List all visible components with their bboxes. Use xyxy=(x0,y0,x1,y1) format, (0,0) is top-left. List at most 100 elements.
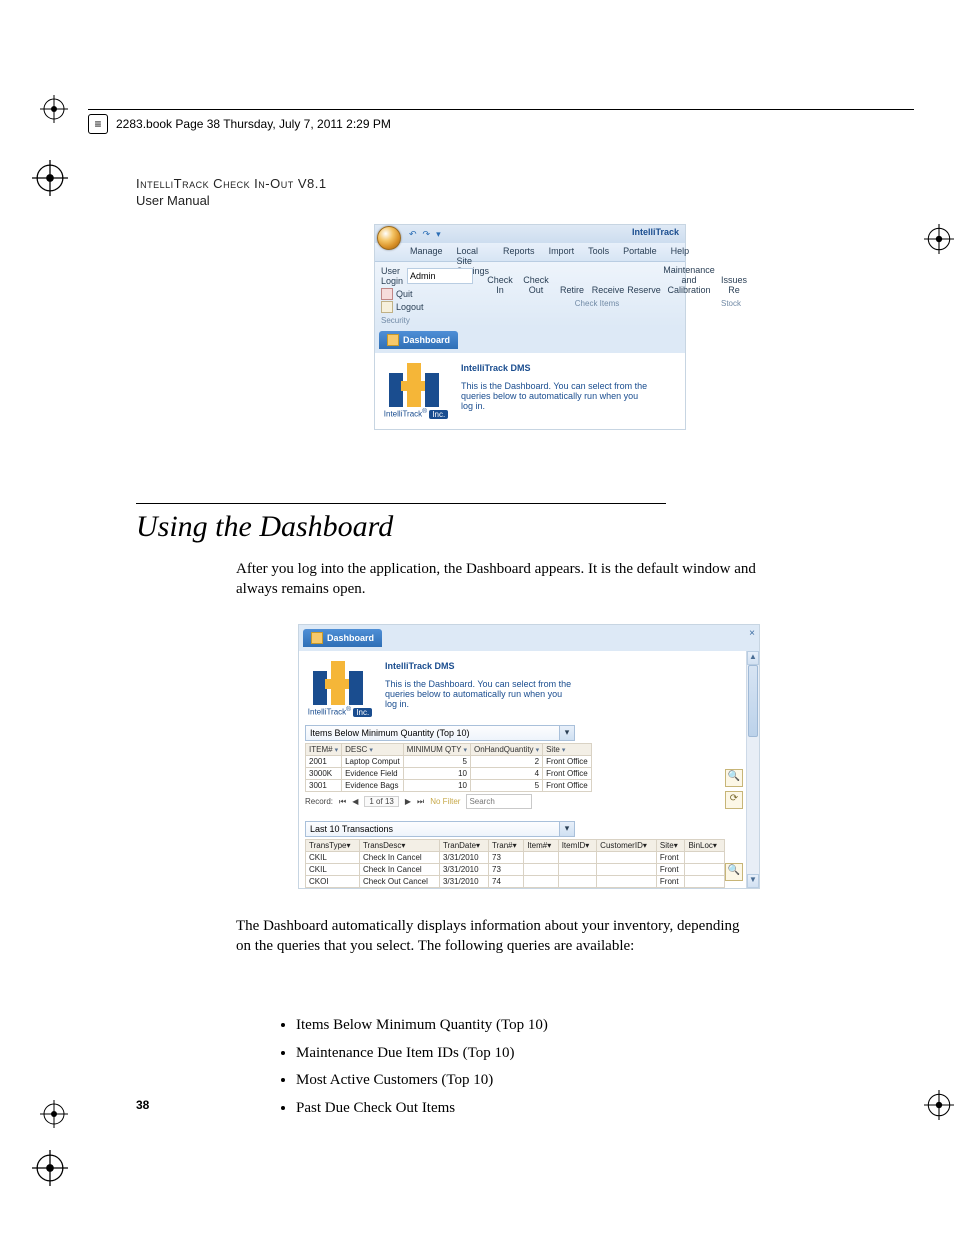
check-in-button[interactable]: Check In xyxy=(483,276,517,296)
reserve-button[interactable]: Reserve xyxy=(627,286,661,296)
crop-target-icon xyxy=(32,1150,68,1186)
record-navigator[interactable]: Record: ⏮ ◀ 1 of 13 ▶ ⏭ No Filter xyxy=(305,794,759,809)
page-number: 38 xyxy=(136,1098,149,1112)
check-out-button[interactable]: Check Out xyxy=(519,276,553,296)
refresh-icon[interactable]: ⟳ xyxy=(725,791,743,809)
quit-icon xyxy=(381,288,393,300)
dashboard-panel: IntelliTrack® Inc. IntelliTrack DMS This… xyxy=(375,353,685,429)
body-paragraph-2: The Dashboard automatically displays inf… xyxy=(236,916,756,957)
product-name: IntelliTrack Check In-Out V8.1 xyxy=(136,176,327,193)
close-tab-icon[interactable]: × xyxy=(749,628,755,639)
report-preview-icon[interactable]: 🔍 xyxy=(725,769,743,787)
tab-manage[interactable]: Manage xyxy=(403,243,450,261)
user-login-field[interactable] xyxy=(407,268,473,284)
quit-button[interactable]: Quit xyxy=(381,288,473,300)
col-trandate[interactable]: TranDate▾ xyxy=(439,840,488,852)
table-row[interactable]: 3001Evidence Bags105Front Office xyxy=(306,780,592,792)
col-minqty[interactable]: MINIMUM QTY▾ xyxy=(403,744,470,756)
redo-icon[interactable]: ↷ xyxy=(423,229,431,240)
col-customerid[interactable]: CustomerID▾ xyxy=(597,840,657,852)
app-brand: IntelliTrack xyxy=(632,227,679,237)
tab-local-site-settings[interactable]: Local Site Settings xyxy=(450,243,497,261)
table-row[interactable]: 3000KEvidence Field104Front Office xyxy=(306,768,592,780)
nav-last-icon[interactable]: ⏭ xyxy=(417,797,424,807)
logout-button[interactable]: Logout xyxy=(381,301,473,313)
dashboard-intro-text: IntelliTrack DMS This is the Dashboard. … xyxy=(385,661,575,717)
nav-prev-icon[interactable]: ◀ xyxy=(352,797,358,806)
body-paragraph-1: After you log into the application, the … xyxy=(236,559,756,600)
col-binloc[interactable]: BinLoc▾ xyxy=(685,840,725,852)
list-item: Most Active Customers (Top 10) xyxy=(296,1068,548,1094)
col-transtype[interactable]: TransType▾ xyxy=(306,840,360,852)
last-transactions-table: TransType▾ TransDesc▾ TranDate▾ Tran#▾ I… xyxy=(305,839,725,888)
book-header-text: 2283.book Page 38 Thursday, July 7, 2011… xyxy=(116,117,391,131)
col-itemid[interactable]: ItemID▾ xyxy=(558,840,596,852)
issues-button[interactable]: Issues Re xyxy=(717,276,751,296)
col-desc[interactable]: DESC▾ xyxy=(342,744,404,756)
table-row[interactable]: 2001Laptop Comput52Front Office xyxy=(306,756,592,768)
crop-target-icon xyxy=(40,95,68,123)
chevron-down-icon: ▾ xyxy=(559,822,574,836)
crop-target-icon xyxy=(924,224,954,254)
fig2-intro: IntelliTrack® Inc. IntelliTrack DMS This… xyxy=(299,657,759,723)
security-group: User Login Quit Logout Security xyxy=(381,266,473,325)
col-site2[interactable]: Site▾ xyxy=(656,840,685,852)
security-group-label: Security xyxy=(381,316,473,325)
record-position: 1 of 13 xyxy=(364,796,398,807)
dashboard-tabstrip: Dashboard xyxy=(375,327,685,353)
col-site[interactable]: Site▾ xyxy=(543,744,592,756)
table-row[interactable]: CKILCheck In Cancel3/31/201073Front xyxy=(306,864,725,876)
section-heading: Using the Dashboard xyxy=(136,510,393,543)
ribbon-body: User Login Quit Logout Security Check In… xyxy=(375,262,685,327)
nav-next-icon[interactable]: ▶ xyxy=(405,797,411,806)
intellitrack-logo: IntelliTrack® Inc. xyxy=(383,363,449,419)
check-items-group-label: Check Items xyxy=(483,299,711,308)
record-search-input[interactable] xyxy=(466,794,532,809)
crop-target-icon xyxy=(924,1090,954,1120)
user-login-label: User Login xyxy=(381,266,403,286)
retire-button[interactable]: Retire xyxy=(555,286,589,296)
query-bullet-list: Items Below Minimum Quantity (Top 10) Ma… xyxy=(256,1013,548,1123)
tab-reports[interactable]: Reports xyxy=(496,243,542,261)
tab-help[interactable]: Help xyxy=(664,243,697,261)
query-dropdown-1[interactable]: Items Below Minimum Quantity (Top 10) ▾ xyxy=(305,725,575,741)
no-filter-label: No Filter xyxy=(430,797,460,806)
items-below-min-table: ITEM#▾ DESC▾ MINIMUM QTY▾ OnHandQuantity… xyxy=(305,743,592,792)
dashboard-tab[interactable]: Dashboard xyxy=(379,331,458,349)
vertical-scrollbar[interactable]: ▲ ▼ xyxy=(746,651,759,888)
list-item: Past Due Check Out Items xyxy=(296,1096,548,1122)
list-item: Maintenance Due Item IDs (Top 10) xyxy=(296,1041,548,1067)
tab-tools[interactable]: Tools xyxy=(581,243,616,261)
maintenance-button[interactable]: Maintenance and Calibration xyxy=(663,266,715,296)
dashboard-tab[interactable]: Dashboard xyxy=(303,629,382,647)
col-trannum[interactable]: Tran#▾ xyxy=(489,840,524,852)
qat-icons: ↶ ↷ ▾ xyxy=(409,229,441,240)
col-onhand[interactable]: OnHandQuantity▾ xyxy=(470,744,542,756)
table-row[interactable]: CKOICheck Out Cancel3/31/201074Front xyxy=(306,876,725,888)
dashboard-intro-text: IntelliTrack DMS This is the Dashboard. … xyxy=(461,363,651,419)
query1-actions: 🔍 ⟳ xyxy=(725,769,743,809)
receive-button[interactable]: Receive xyxy=(591,286,625,296)
scroll-thumb[interactable] xyxy=(748,665,758,737)
report-preview-icon[interactable]: 🔍 xyxy=(725,863,743,881)
ribbon-tabs: Manage Local Site Settings Reports Impor… xyxy=(375,243,685,262)
col-item[interactable]: ITEM#▾ xyxy=(306,744,342,756)
office-orb-icon[interactable] xyxy=(377,226,401,250)
screenshot-dashboard-queries: Dashboard × ▲ ▼ IntelliTrack® Inc. Intel… xyxy=(298,624,760,889)
col-itemnum[interactable]: Item#▾ xyxy=(524,840,559,852)
tab-import[interactable]: Import xyxy=(542,243,582,261)
table-row[interactable]: CKILCheck In Cancel3/31/201073Front xyxy=(306,852,725,864)
scroll-down-icon[interactable]: ▼ xyxy=(747,874,759,888)
query-dropdown-2[interactable]: Last 10 Transactions ▾ xyxy=(305,821,575,837)
running-head: IntelliTrack Check In-Out V8.1 User Manu… xyxy=(136,176,327,210)
nav-first-icon[interactable]: ⏮ xyxy=(339,797,346,807)
scroll-up-icon[interactable]: ▲ xyxy=(747,651,759,665)
screenshot-ribbon-dashboard: ↶ ↷ ▾ IntelliTrack Manage Local Site Set… xyxy=(374,224,686,430)
qat-dropdown-icon[interactable]: ▾ xyxy=(436,229,441,240)
stock-group-label: Stock xyxy=(711,299,751,308)
undo-icon[interactable]: ↶ xyxy=(409,229,417,240)
doc-subtitle: User Manual xyxy=(136,193,327,210)
check-items-group: Check In Check Out Retire Receive Reserv… xyxy=(483,266,751,308)
tab-portable[interactable]: Portable xyxy=(616,243,664,261)
col-transdesc[interactable]: TransDesc▾ xyxy=(359,840,439,852)
